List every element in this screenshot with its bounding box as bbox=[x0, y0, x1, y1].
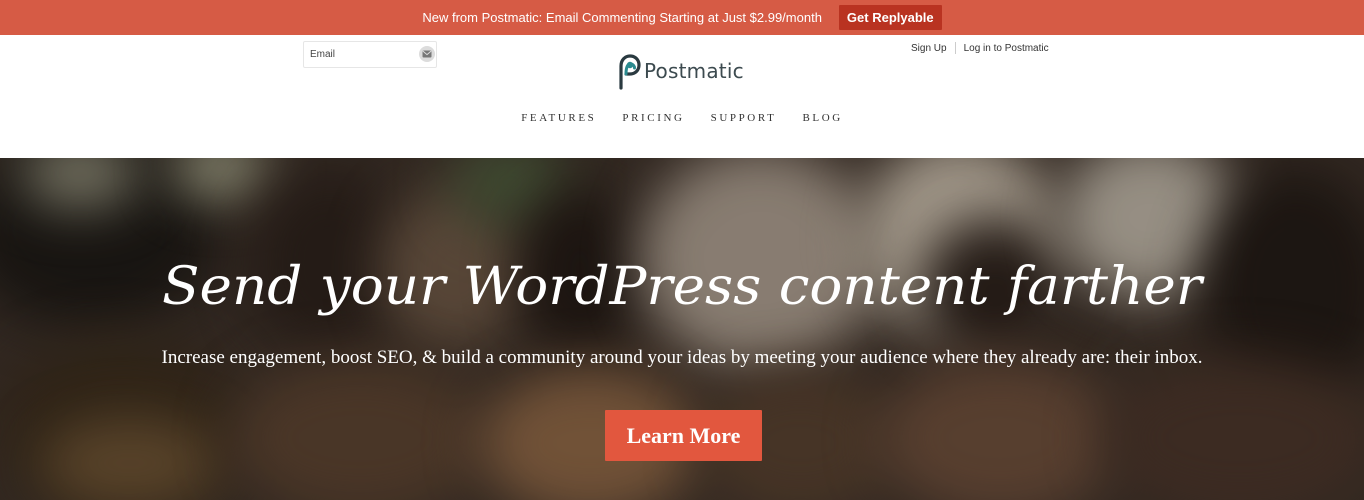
email-field[interactable] bbox=[310, 42, 418, 67]
nav-item-blog[interactable]: BLOG bbox=[802, 112, 842, 124]
postmatic-logo[interactable]: Postmatic bbox=[615, 52, 744, 90]
learn-more-button[interactable]: Learn More bbox=[605, 410, 762, 461]
email-signup-form bbox=[303, 41, 437, 68]
site-header: Postmatic Sign Up Log in to Postmatic FE… bbox=[0, 35, 1364, 158]
account-links: Sign Up Log in to Postmatic bbox=[911, 42, 1049, 54]
log-in-link[interactable]: Log in to Postmatic bbox=[964, 43, 1049, 54]
nav-item-support[interactable]: SUPPORT bbox=[711, 112, 777, 124]
divider bbox=[954, 42, 956, 54]
hero-title-text: Send your WordPress content farther bbox=[162, 257, 1205, 317]
hero-section: Send your WordPress content farther Incr… bbox=[0, 158, 1364, 500]
promo-bar: New from Postmatic: Email Commenting Sta… bbox=[0, 0, 1364, 35]
logo-text: Postmatic bbox=[644, 59, 744, 83]
main-nav: FEATURES PRICING SUPPORT BLOG bbox=[0, 112, 1364, 124]
promo-text: New from Postmatic: Email Commenting Sta… bbox=[422, 10, 822, 25]
hero-subtitle: Increase engagement, boost SEO, & build … bbox=[161, 347, 1203, 368]
hero-title: Send your WordPress content farther bbox=[0, 240, 1364, 340]
nav-item-pricing[interactable]: PRICING bbox=[622, 112, 684, 124]
nav-item-features[interactable]: FEATURES bbox=[521, 112, 596, 124]
get-replyable-button[interactable]: Get Replyable bbox=[838, 5, 942, 30]
envelope-icon[interactable] bbox=[419, 46, 435, 62]
logo-mark-icon bbox=[619, 54, 641, 90]
sign-up-link[interactable]: Sign Up bbox=[911, 43, 947, 54]
